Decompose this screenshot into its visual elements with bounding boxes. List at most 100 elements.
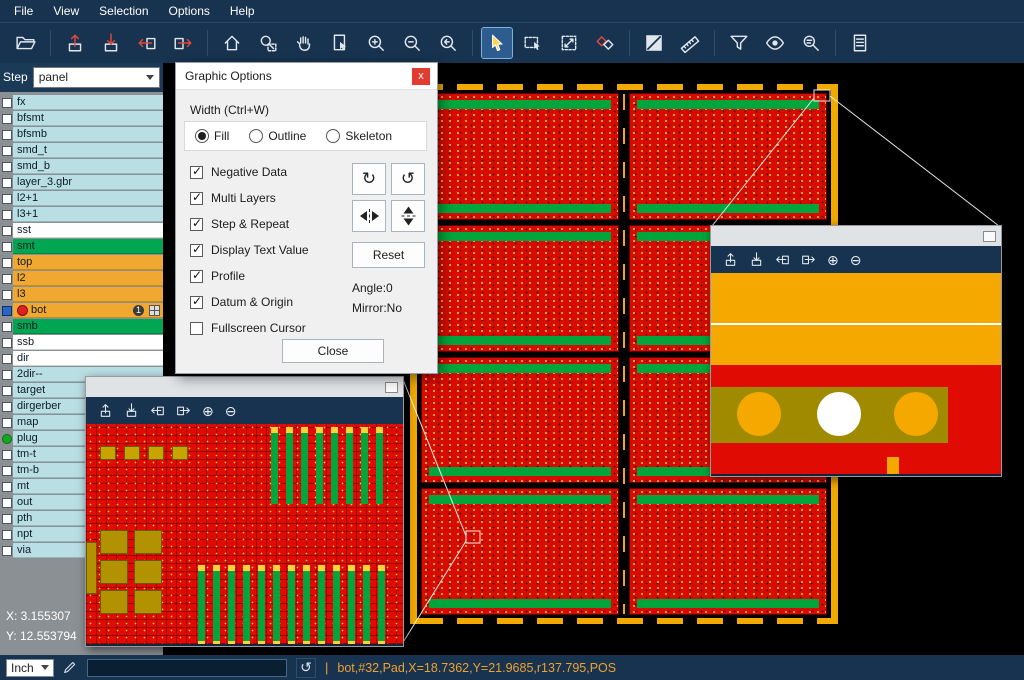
menu-selection[interactable]: Selection (89, 2, 158, 20)
layer-visibility-checkbox[interactable] (0, 95, 13, 110)
layer-visibility-checkbox[interactable] (0, 255, 13, 270)
layer-visibility-checkbox[interactable] (0, 223, 13, 238)
zoom-out-button[interactable] (397, 28, 427, 58)
option-fullscreen-cursor[interactable]: Fullscreen Cursor (190, 321, 309, 335)
mirror-vertical-button[interactable] (391, 200, 425, 232)
import-down-icon[interactable] (124, 403, 139, 418)
refresh-icon[interactable]: ↺ (296, 658, 316, 678)
export-up-button[interactable] (60, 28, 90, 58)
menu-options[interactable]: Options (159, 2, 220, 20)
layer-visibility-checkbox[interactable] (0, 527, 13, 542)
layer-visibility-checkbox[interactable] (0, 271, 13, 286)
option-multi-layers[interactable]: Multi Layers (190, 191, 309, 205)
menu-file[interactable]: File (4, 2, 43, 20)
layer-visibility-checkbox[interactable] (0, 143, 13, 158)
layer-row[interactable]: smd_t (0, 143, 163, 158)
checkbox-icon[interactable] (190, 166, 203, 179)
find-text-button[interactable] (796, 28, 826, 58)
import-left-button[interactable] (132, 28, 162, 58)
pan-right-icon[interactable] (176, 403, 191, 418)
radio-icon[interactable] (249, 129, 263, 143)
menu-view[interactable]: View (43, 2, 89, 20)
option-datum-origin[interactable]: Datum & Origin (190, 295, 309, 309)
layer-visibility-checkbox[interactable] (0, 367, 13, 382)
layer-visibility-checkbox[interactable] (0, 463, 13, 478)
option-negative-data[interactable]: Negative Data (190, 165, 309, 179)
layer-visibility-checkbox[interactable] (0, 511, 13, 526)
layers-compare-button[interactable] (590, 28, 620, 58)
layer-row[interactable]: fx (0, 95, 163, 110)
dialog-titlebar[interactable]: Graphic Options x (176, 63, 437, 90)
rotate-cw-button[interactable]: ↻ (352, 163, 386, 195)
import-down-button[interactable] (96, 28, 126, 58)
magnifier-titlebar[interactable] (711, 226, 1001, 246)
layer-row[interactable]: bfsmb (0, 127, 163, 142)
layer-visibility-checkbox[interactable] (0, 303, 13, 318)
zoom-out-icon[interactable]: ⊖ (850, 253, 862, 267)
layer-visibility-checkbox[interactable] (0, 495, 13, 510)
layer-visibility-checkbox[interactable] (0, 479, 13, 494)
mirror-horizontal-button[interactable] (352, 200, 386, 232)
graphic-options-dialog[interactable]: Graphic Options x Width (Ctrl+W) Fill Ou… (175, 62, 438, 374)
layer-visibility-checkbox[interactable] (0, 191, 13, 206)
rect-select-button[interactable] (518, 28, 548, 58)
layer-visibility-checkbox[interactable] (0, 447, 13, 462)
filter-button[interactable] (724, 28, 754, 58)
layer-visibility-checkbox[interactable] (0, 111, 13, 126)
layer-visibility-checkbox[interactable] (0, 415, 13, 430)
measure-ruler-button[interactable] (675, 28, 705, 58)
checkbox-icon[interactable] (190, 244, 203, 257)
layer-row[interactable]: bfsmt (0, 111, 163, 126)
layer-visibility-checkbox[interactable] (0, 351, 13, 366)
layer-visibility-checkbox[interactable] (0, 127, 13, 142)
zoom-region-button[interactable] (253, 28, 283, 58)
home-button[interactable] (217, 28, 247, 58)
checkbox-icon[interactable] (190, 270, 203, 283)
layer-row[interactable]: smb (0, 319, 163, 334)
layer-row[interactable]: dir (0, 351, 163, 366)
magnifier-titlebar[interactable] (86, 377, 403, 397)
layer-visibility-checkbox[interactable] (0, 159, 13, 174)
report-list-button[interactable] (845, 28, 875, 58)
layer-visibility-checkbox[interactable] (0, 175, 13, 190)
layer-status-indicator[interactable] (0, 431, 13, 446)
menu-help[interactable]: Help (220, 2, 265, 20)
pan-left-icon[interactable] (775, 252, 790, 267)
layer-visibility-checkbox[interactable] (0, 383, 13, 398)
layer-visibility-checkbox[interactable] (0, 399, 13, 414)
checkbox-icon[interactable] (190, 218, 203, 231)
zoom-previous-button[interactable] (433, 28, 463, 58)
radio-outline[interactable]: Outline (249, 129, 306, 143)
line-tool-button[interactable] (639, 28, 669, 58)
option-profile[interactable]: Profile (190, 269, 309, 283)
pan-left-icon[interactable] (150, 403, 165, 418)
layer-row[interactable]: l3+1 (0, 207, 163, 222)
option-display-text-value[interactable]: Display Text Value (190, 243, 309, 257)
window-control-icon[interactable] (385, 382, 398, 393)
command-input[interactable] (87, 659, 287, 677)
magnifier-window-2[interactable]: ⊕ ⊖ (710, 225, 1002, 477)
layer-visibility-checkbox[interactable] (0, 239, 13, 254)
magnifier-window-1[interactable]: ⊕ ⊖ (85, 376, 404, 647)
layer-row[interactable]: l2 (0, 271, 163, 286)
reset-button[interactable]: Reset (352, 242, 425, 268)
step-select[interactable]: panel (33, 67, 160, 88)
layer-visibility-checkbox[interactable] (0, 335, 13, 350)
layer-row[interactable]: top (0, 255, 163, 270)
close-icon[interactable]: x (412, 68, 430, 85)
cursor-select-button[interactable] (482, 28, 512, 58)
visibility-eye-button[interactable] (760, 28, 790, 58)
radio-fill[interactable]: Fill (195, 129, 229, 143)
zoom-in-icon[interactable]: ⊕ (202, 404, 214, 418)
checkbox-icon[interactable] (190, 296, 203, 309)
import-down-icon[interactable] (749, 252, 764, 267)
export-right-button[interactable] (168, 28, 198, 58)
zoom-in-button[interactable] (361, 28, 391, 58)
close-button[interactable]: Close (282, 339, 384, 363)
layer-row[interactable]: smd_b (0, 159, 163, 174)
open-folder-button[interactable] (11, 28, 41, 58)
layer-row[interactable]: layer_3.gbr (0, 175, 163, 190)
unit-select[interactable]: Inch (6, 659, 54, 677)
rotate-ccw-button[interactable]: ↺ (391, 163, 425, 195)
checkbox-icon[interactable] (190, 192, 203, 205)
